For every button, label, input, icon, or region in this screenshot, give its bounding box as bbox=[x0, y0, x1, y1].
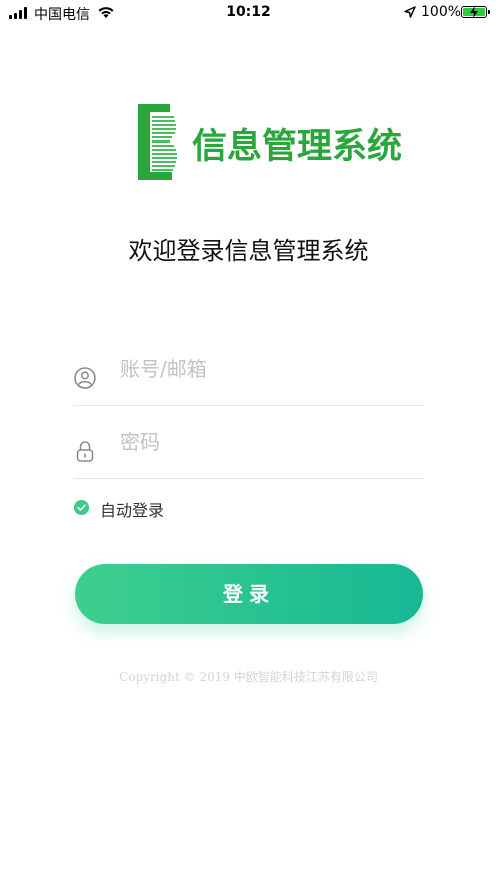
account-field[interactable]: 账号/邮箱 bbox=[74, 347, 423, 406]
account-input[interactable]: 账号/邮箱 bbox=[120, 353, 207, 382]
battery-percentage: 100% bbox=[421, 4, 462, 20]
auto-login-label: 自动登录 bbox=[100, 501, 165, 520]
check-icon[interactable] bbox=[74, 500, 89, 515]
app-logo: 信息管理系统 bbox=[138, 104, 402, 180]
copyright-text: Copyright © 2019 中欧智能科技江苏有限公司 bbox=[119, 670, 378, 684]
user-icon bbox=[74, 367, 96, 389]
status-bar: 中国电信 10:12 100% bbox=[0, 0, 497, 26]
logo-mark-icon bbox=[138, 104, 177, 180]
login-button[interactable]: 登录 bbox=[75, 564, 423, 624]
welcome-title: 欢迎登录信息管理系统 bbox=[128, 237, 369, 265]
logo-text: 信息管理系统 bbox=[192, 127, 403, 167]
location-icon bbox=[404, 6, 416, 18]
password-field[interactable]: 密码 bbox=[74, 420, 423, 479]
lock-icon bbox=[76, 441, 94, 462]
battery-icon bbox=[461, 6, 490, 18]
password-input[interactable]: 密码 bbox=[120, 426, 160, 455]
